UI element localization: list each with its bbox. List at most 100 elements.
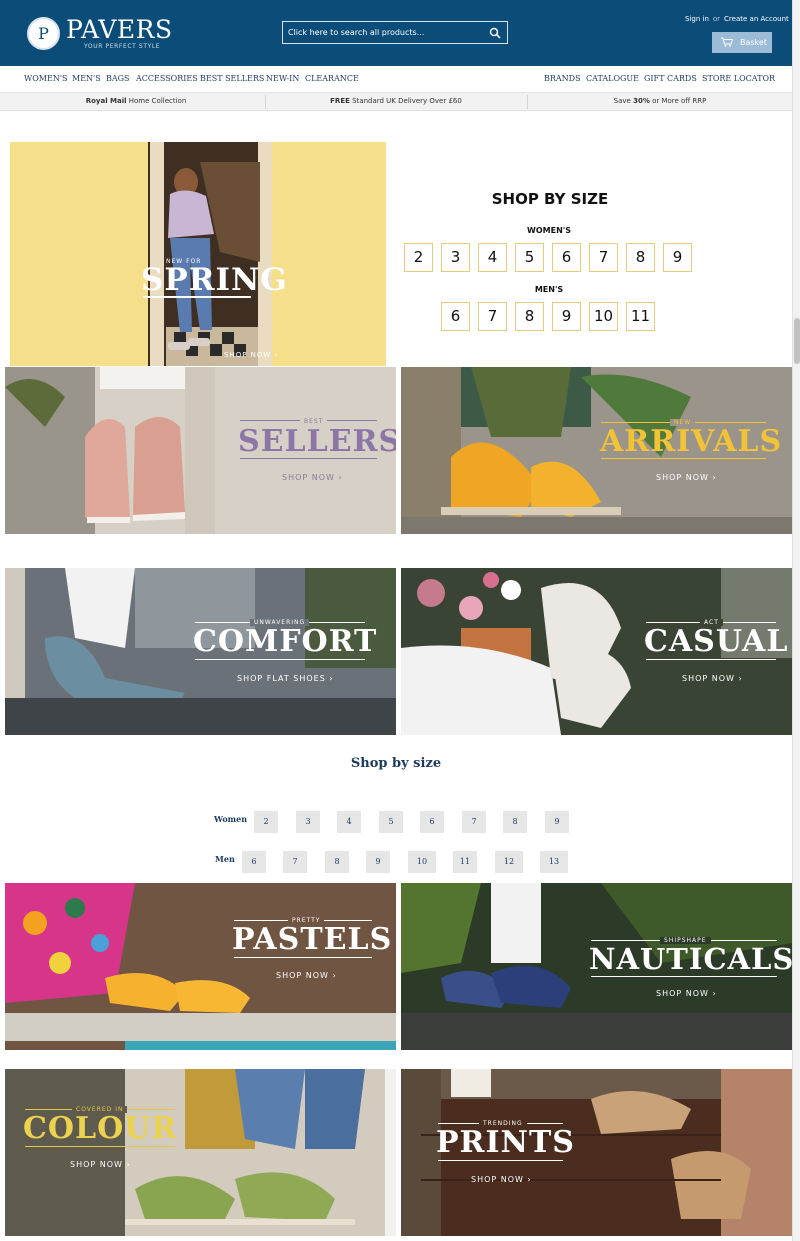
womens-size-8[interactable]: 8 — [626, 243, 655, 272]
mens-size-8[interactable]: 8 — [515, 302, 544, 331]
colour-rule-bottom — [25, 1146, 175, 1147]
casual-title: CASUAL — [644, 624, 789, 659]
nav-brands[interactable]: BRANDS — [544, 74, 581, 83]
women-chip-3[interactable]: 3 — [296, 811, 320, 833]
women-chip-4[interactable]: 4 — [337, 811, 361, 833]
new-arrivals-banner[interactable]: NEW ARRIVALS SHOP NOW › — [401, 367, 792, 534]
mens-size-6[interactable]: 6 — [441, 302, 470, 331]
colour-banner[interactable]: COVERED IN COLOUR SHOP NOW › — [5, 1069, 396, 1236]
main-navigation: WOMEN'S MEN'S BAGS ACCESSORIES BEST SELL… — [0, 66, 792, 93]
pastels-banner[interactable]: PRETTY PASTELS SHOP NOW › — [5, 883, 396, 1050]
mens-size-7[interactable]: 7 — [478, 302, 507, 331]
womens-size-6[interactable]: 6 — [552, 243, 581, 272]
comfort-title: COMFORT — [193, 624, 378, 659]
page-scrollbar[interactable] — [792, 0, 800, 1241]
women-chip-5[interactable]: 5 — [379, 811, 403, 833]
comfort-banner[interactable]: UNWAVERING COMFORT SHOP FLAT SHOES › — [5, 568, 396, 735]
comfort-rule-bottom — [195, 659, 365, 660]
women-chip-7[interactable]: 7 — [462, 811, 486, 833]
nav-mens[interactable]: MEN'S — [72, 74, 101, 83]
nav-bags[interactable]: BAGS — [106, 74, 130, 83]
promo-strip: Royal Mail Home Collection FREE Standard… — [0, 93, 792, 111]
basket-button[interactable]: Basket — [712, 32, 772, 53]
women-chip-8[interactable]: 8 — [503, 811, 527, 833]
casual-rule-bottom — [646, 659, 776, 660]
men-chip-8[interactable]: 8 — [325, 851, 349, 873]
casual-banner[interactable]: ACT CASUAL SHOP NOW › — [401, 568, 792, 735]
logo-tagline: YOUR PERFECT STYLE — [84, 43, 161, 50]
nav-store-locator[interactable]: STORE LOCATOR — [702, 74, 775, 83]
pastels-title: PASTELS — [232, 922, 393, 957]
sign-in-link[interactable]: Sign in — [685, 15, 709, 23]
shop-by-size-2-title: Shop by size — [350, 756, 442, 771]
men-chip-10[interactable]: 10 — [408, 851, 436, 873]
pastels-shop-now[interactable]: SHOP NOW › — [276, 971, 337, 980]
nav-womens[interactable]: WOMEN'S — [24, 74, 68, 83]
nav-clearance[interactable]: CLEARANCE — [305, 74, 359, 83]
womens-size-2[interactable]: 2 — [404, 243, 433, 272]
best-sellers-title: SELLERS — [238, 424, 396, 459]
womens-size-7[interactable]: 7 — [589, 243, 618, 272]
men-chip-12[interactable]: 12 — [495, 851, 523, 873]
nav-gift-cards[interactable]: GIFT CARDS — [644, 74, 697, 83]
search-input[interactable] — [288, 25, 478, 40]
nauticals-banner[interactable]: SHIPSHAPE NAUTICALS SHOP NOW › — [401, 883, 792, 1050]
womens-size-4[interactable]: 4 — [478, 243, 507, 272]
comfort-shop-flat-shoes[interactable]: SHOP FLAT SHOES › — [237, 674, 334, 683]
best-sellers-rule-bottom — [240, 458, 377, 459]
new-arrivals-rule-bottom — [601, 458, 766, 459]
womens-size-3[interactable]: 3 — [441, 243, 470, 272]
womens-size-9[interactable]: 9 — [663, 243, 692, 272]
men-size-label-2: Men — [215, 854, 235, 864]
best-sellers-banner[interactable]: BEST SELLERS SHOP NOW › — [5, 367, 396, 534]
nauticals-title: NAUTICALS — [589, 942, 792, 976]
men-chip-6[interactable]: 6 — [242, 851, 266, 873]
logo-badge[interactable]: P — [27, 17, 60, 50]
promo-collection[interactable]: Royal Mail Home Collection — [4, 97, 268, 105]
men-chip-11[interactable]: 11 — [453, 851, 477, 873]
spring-photo — [10, 142, 386, 366]
prints-banner[interactable]: TRENDING PRINTS SHOP NOW › — [401, 1069, 792, 1236]
mens-size-9[interactable]: 9 — [552, 302, 581, 331]
womens-size-5[interactable]: 5 — [515, 243, 544, 272]
logo-letter: P — [38, 24, 49, 43]
women-size-label-2: Women — [214, 814, 248, 824]
women-chip-6[interactable]: 6 — [420, 811, 444, 833]
best-sellers-shop-now[interactable]: SHOP NOW › — [282, 473, 343, 482]
mens-size-label: MEN'S — [534, 285, 564, 294]
casual-shop-now[interactable]: SHOP NOW › — [682, 674, 743, 683]
promo-saving[interactable]: Save 30% or More off RRP — [528, 97, 792, 105]
men-chip-13[interactable]: 13 — [540, 851, 568, 873]
prints-rule-bottom — [438, 1160, 563, 1161]
colour-photo — [5, 1069, 396, 1236]
men-chip-9[interactable]: 9 — [366, 851, 390, 873]
nauticals-rule-bottom — [591, 976, 777, 977]
women-chip-9[interactable]: 9 — [545, 811, 569, 833]
nav-accessories[interactable]: ACCESSORIES — [136, 74, 198, 83]
spring-banner[interactable]: NEW FOR SPRING SHOP NOW › — [10, 142, 386, 366]
pastels-photo — [5, 883, 396, 1050]
search-icon[interactable] — [489, 27, 501, 39]
promo-delivery[interactable]: FREE Standard UK Delivery Over £60 — [264, 97, 528, 105]
create-account-link[interactable]: Create an Account — [724, 15, 789, 23]
prints-shop-now[interactable]: SHOP NOW › — [471, 1175, 532, 1184]
scrollbar-thumb[interactable] — [794, 318, 800, 364]
spring-shop-now[interactable]: SHOP NOW › — [224, 351, 278, 359]
nav-catalogue[interactable]: CATALOGUE — [586, 74, 639, 83]
men-chip-7[interactable]: 7 — [283, 851, 307, 873]
colour-title: COLOUR — [23, 1111, 178, 1146]
mens-size-10[interactable]: 10 — [589, 302, 618, 331]
womens-size-label: WOMEN'S — [527, 226, 571, 235]
prints-title: PRINTS — [436, 1125, 575, 1160]
colour-shop-now[interactable]: SHOP NOW › — [70, 1160, 131, 1169]
logo-wordmark[interactable]: PAVERS — [66, 15, 173, 44]
nav-new-in[interactable]: NEW-IN — [266, 74, 299, 83]
spring-title: SPRING — [141, 262, 288, 298]
new-arrivals-shop-now[interactable]: SHOP NOW › — [656, 473, 717, 482]
nav-best-sellers[interactable]: BEST SELLERS — [200, 74, 264, 83]
new-arrivals-title: ARRIVALS — [600, 424, 783, 459]
mens-size-11[interactable]: 11 — [626, 302, 655, 331]
nauticals-shop-now[interactable]: SHOP NOW › — [656, 989, 717, 998]
or-text: or — [712, 15, 721, 23]
women-chip-2[interactable]: 2 — [254, 811, 278, 833]
